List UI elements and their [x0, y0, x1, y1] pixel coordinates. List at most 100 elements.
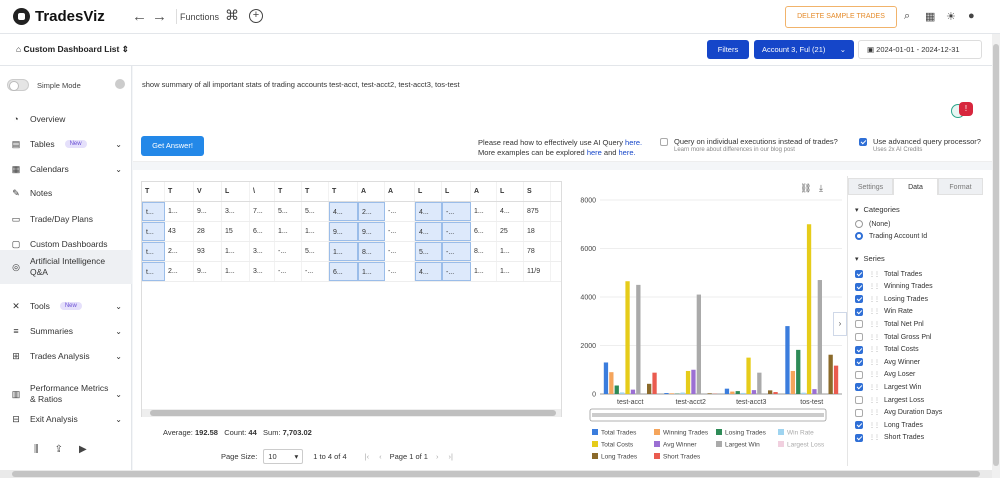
table-cell[interactable]: 4... — [415, 262, 442, 281]
drag-handle-icon[interactable]: ⋮⋮ — [869, 334, 880, 341]
column-header[interactable]: A — [358, 182, 385, 201]
column-header[interactable]: L — [415, 182, 442, 201]
column-header[interactable]: T — [165, 182, 194, 201]
scroll-thumb[interactable] — [150, 410, 556, 416]
table-cell[interactable]: 5... — [302, 202, 329, 221]
series-checkbox[interactable] — [855, 282, 863, 291]
last-page-icon[interactable]: ›| — [448, 452, 452, 461]
table-cell[interactable]: 18 — [524, 222, 551, 241]
table-cell[interactable]: 6... — [471, 222, 497, 241]
add-icon[interactable]: + — [249, 9, 263, 23]
table-cell[interactable]: -... — [385, 242, 415, 261]
series-option[interactable]: ⋮⋮ Avg Winner — [855, 356, 920, 368]
table-row[interactable]: t... 2... 93 1... 3... -... 5... 1... 8... -... 5.… — [142, 242, 561, 262]
column-header[interactable]: S — [524, 182, 551, 201]
back-arrow-icon[interactable]: ← — [132, 8, 147, 25]
sidebar-item-notes[interactable]: ✎ Notes — [0, 184, 132, 202]
series-option[interactable]: ⋮⋮ Short Trades — [855, 432, 924, 444]
table-cell[interactable]: 4... — [497, 202, 524, 221]
sidebar-item-overview[interactable]: ◔ Overview — [0, 110, 132, 128]
logo[interactable]: TradesViz — [13, 8, 105, 25]
scroll-thumb[interactable] — [12, 471, 980, 477]
query-input[interactable]: show summary of all important stats of t… — [142, 80, 460, 89]
help-link[interactable]: here. — [625, 138, 642, 147]
table-cell[interactable]: 875 — [524, 202, 551, 221]
table-cell[interactable]: 43 — [165, 222, 194, 241]
series-option[interactable]: ⋮⋮ Winning Trades — [855, 281, 933, 293]
tab-settings[interactable]: Settings — [848, 178, 893, 195]
table-cell[interactable]: 8... — [358, 242, 385, 261]
column-header[interactable]: \ — [250, 182, 275, 201]
sidebar-item-exit-analysis[interactable]: ⊟ Exit Analysis ⌄ — [0, 410, 132, 428]
table-cell[interactable]: 11/9 — [524, 262, 551, 281]
series-option[interactable]: ⋮⋮ Losing Trades — [855, 293, 928, 305]
series-checkbox[interactable] — [855, 421, 863, 430]
table-cell[interactable]: t... — [142, 222, 165, 241]
apps-grid-icon[interactable]: ▦ — [925, 10, 935, 23]
table-cell[interactable]: 4... — [329, 202, 358, 221]
column-header[interactable]: T — [142, 182, 165, 201]
table-cell[interactable]: 1... — [165, 202, 194, 221]
series-section-title[interactable]: Series — [855, 254, 885, 263]
grid-horizontal-scrollbar[interactable] — [142, 409, 561, 417]
table-cell[interactable]: -... — [385, 222, 415, 241]
table-cell[interactable]: -... — [302, 262, 329, 281]
category-option[interactable]: Trading Account Id — [855, 230, 927, 242]
simple-mode-toggle[interactable]: Simple Mode — [7, 79, 81, 91]
table-cell[interactable]: -... — [442, 262, 471, 281]
table-cell[interactable]: 1... — [497, 242, 524, 261]
dashboard-list-selector[interactable]: ⌂ Custom Dashboard List ⇕ — [16, 44, 129, 55]
column-header[interactable]: A — [385, 182, 415, 201]
individual-executions-checkbox[interactable] — [660, 137, 668, 146]
sidebar-item-artificial-intelligence-q-a[interactable]: ◎ Artificial Intelligence Q&A — [0, 250, 132, 284]
forward-arrow-icon[interactable]: → — [152, 8, 167, 25]
individual-executions-option[interactable]: Query on individual executions instead o… — [660, 137, 838, 153]
sidebar-item-trade-day-plans[interactable]: ▭ Trade/Day Plans — [0, 210, 132, 228]
table-cell[interactable]: 3... — [222, 202, 250, 221]
table-cell[interactable]: 1... — [358, 262, 385, 281]
series-checkbox[interactable] — [855, 345, 863, 354]
column-header[interactable]: T — [302, 182, 329, 201]
examples-link-2[interactable]: here. — [619, 148, 636, 157]
drag-handle-icon[interactable]: ⋮⋮ — [869, 321, 880, 328]
table-cell[interactable]: 3... — [250, 242, 275, 261]
table-cell[interactable]: 28 — [194, 222, 222, 241]
table-cell[interactable]: 1... — [275, 222, 302, 241]
table-cell[interactable]: 1... — [222, 262, 250, 281]
drag-handle-icon[interactable]: ⋮⋮ — [869, 371, 880, 378]
series-checkbox[interactable] — [855, 396, 863, 404]
radio-button[interactable] — [855, 220, 863, 228]
series-option[interactable]: ⋮⋮ Avg Duration Days — [855, 407, 942, 419]
column-header[interactable]: T — [275, 182, 302, 201]
table-cell[interactable]: 9... — [329, 222, 358, 241]
upload-icon[interactable]: ⇪ — [55, 444, 63, 455]
scroll-thumb[interactable] — [993, 44, 999, 466]
series-option[interactable]: ⋮⋮ Total Costs — [855, 344, 919, 356]
drag-handle-icon[interactable]: ⋮⋮ — [869, 397, 880, 404]
delete-sample-trades-button[interactable]: DELETE SAMPLE TRADES — [785, 6, 897, 28]
table-cell[interactable]: 25 — [497, 222, 524, 241]
table-cell[interactable]: 6... — [250, 222, 275, 241]
column-header[interactable]: L — [222, 182, 250, 201]
command-icon[interactable]: ⌘ — [225, 7, 239, 24]
series-option[interactable]: ⋮⋮ Largest Win — [855, 381, 921, 393]
table-cell[interactable]: 93 — [194, 242, 222, 261]
series-option[interactable]: ⋮⋮ Total Trades — [855, 268, 922, 280]
functions-label[interactable]: Functions — [180, 12, 219, 22]
sidebar-item-tools[interactable]: ✕ Tools New ⌄ — [0, 297, 132, 315]
drag-handle-icon[interactable]: ⋮⋮ — [869, 308, 880, 315]
series-option[interactable]: ⋮⋮ Total Gross Pnl — [855, 331, 931, 343]
series-checkbox[interactable] — [855, 433, 863, 442]
table-cell[interactable]: -... — [275, 242, 302, 261]
series-option[interactable]: ⋮⋮ Avg Loser — [855, 369, 915, 381]
radio-button[interactable] — [855, 232, 863, 240]
drag-handle-icon[interactable]: ⋮⋮ — [869, 346, 880, 353]
drag-handle-icon[interactable]: ⋮⋮ — [869, 384, 880, 391]
table-cell[interactable]: t... — [142, 202, 165, 221]
series-checkbox[interactable] — [855, 295, 863, 304]
drag-handle-icon[interactable]: ⋮⋮ — [869, 283, 880, 290]
drag-handle-icon[interactable]: ⋮⋮ — [869, 271, 880, 278]
individual-executions-note[interactable]: Learn more about differences in our blog… — [674, 147, 838, 153]
table-row[interactable]: t... 43 28 15 6... 1... 1... 9... 9... -... 4... -.… — [142, 222, 561, 242]
tab-data[interactable]: Data — [893, 178, 938, 195]
